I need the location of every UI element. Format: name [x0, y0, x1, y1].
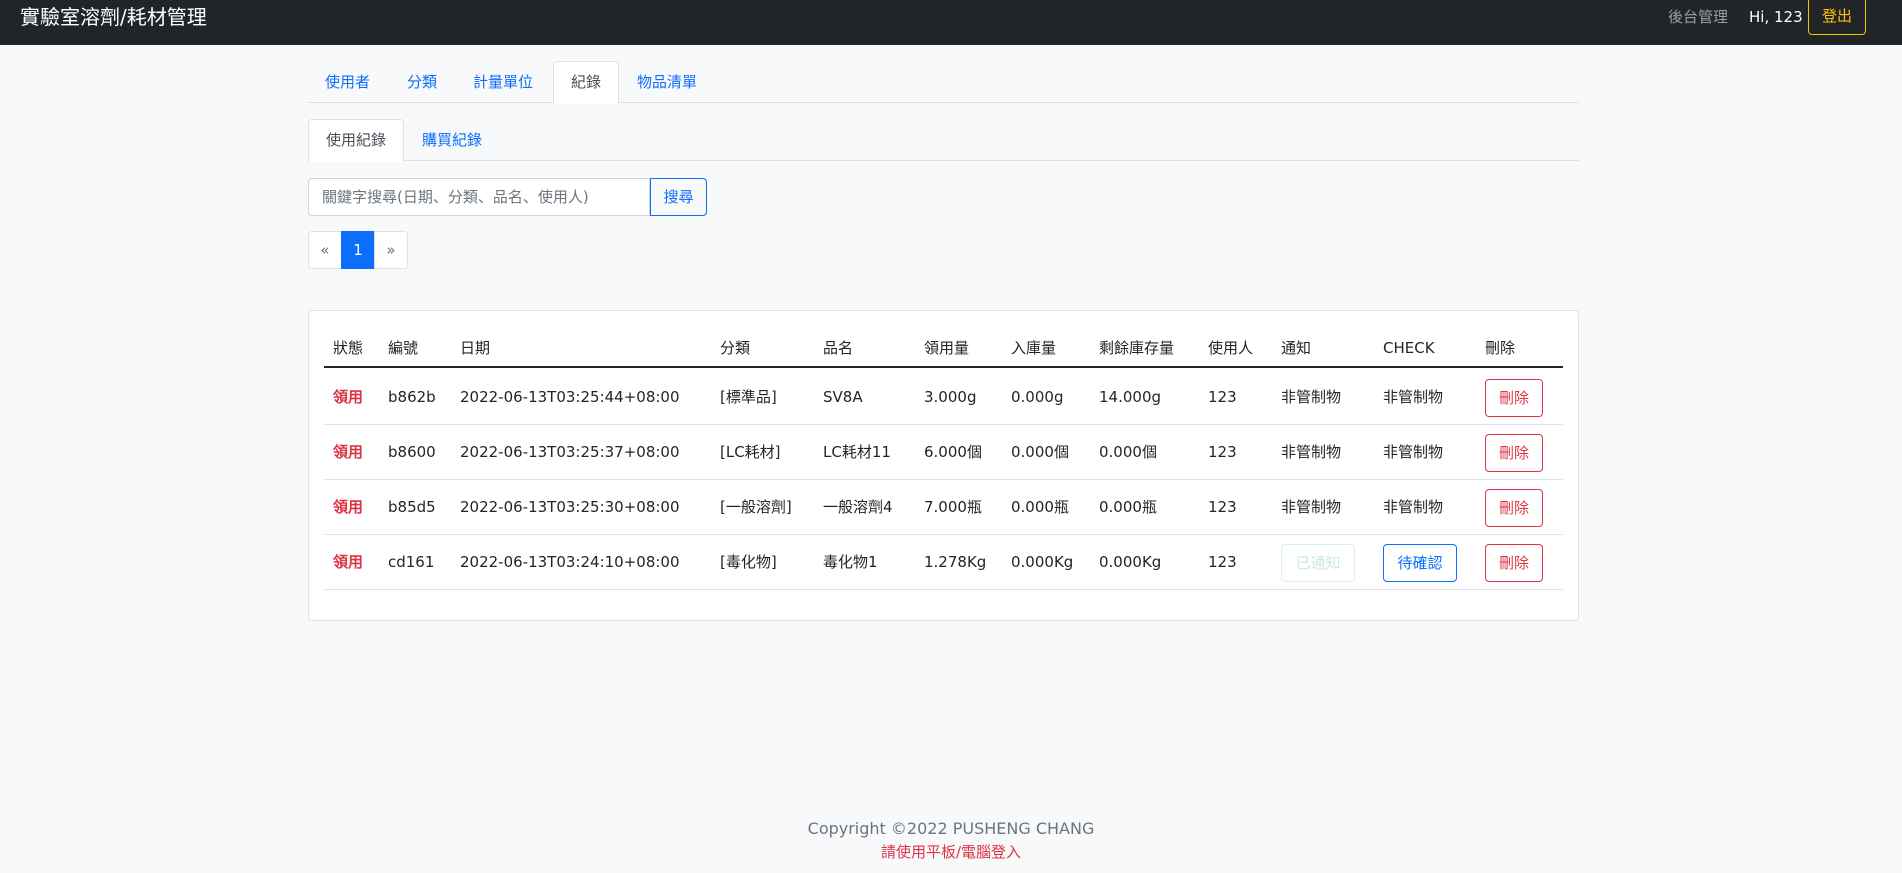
header-name: 品名: [823, 339, 854, 357]
main-tabs: 使用者 分類 計量單位 紀錄 物品清單: [308, 61, 1579, 104]
row-status: 領用: [333, 498, 364, 516]
logout-button[interactable]: 登出: [1808, 0, 1866, 35]
header-delete: 刪除: [1485, 339, 1516, 357]
row-name: 一般溶劑4: [823, 498, 893, 516]
row-used: 6.000個: [924, 443, 982, 461]
row-stocked: 0.000瓶: [1011, 498, 1069, 516]
table-header: 狀態 編號 日期 分類 品名 領用量 入庫量 剩餘庫存量 使用人 通知 CHEC…: [324, 326, 1563, 368]
row-remaining: 14.000g: [1099, 388, 1162, 406]
row-stocked: 0.000g: [1011, 388, 1064, 406]
tab-usage-records[interactable]: 使用紀錄: [308, 119, 405, 162]
row-used: 1.278Kg: [924, 553, 987, 571]
tab-records[interactable]: 紀錄: [553, 61, 620, 104]
row-date: 2022-06-13T03:25:30+08:00: [460, 498, 680, 516]
row-user: 123: [1208, 498, 1237, 516]
header-date: 日期: [460, 339, 491, 357]
tab-item-list[interactable]: 物品清單: [620, 61, 714, 103]
row-name: SV8A: [823, 388, 863, 406]
delete-button[interactable]: 刪除: [1485, 434, 1543, 472]
table-row: 領用 b85d5 2022-06-13T03:25:30+08:00 [一般溶劑…: [324, 480, 1563, 535]
row-used: 7.000瓶: [924, 498, 982, 516]
row-category: [毒化物]: [720, 553, 777, 571]
table-row: 領用 b862b 2022-06-13T03:25:44+08:00 [標準品]…: [324, 370, 1563, 425]
row-remaining: 0.000個: [1099, 443, 1157, 461]
row-user: 123: [1208, 553, 1237, 571]
header-remaining: 剩餘庫存量: [1099, 339, 1175, 357]
row-category: [LC耗材]: [720, 443, 781, 461]
row-id: b85d5: [388, 498, 436, 516]
top-navbar: 實驗室溶劑/耗材管理 後台管理 Hi, 123 登出: [0, 0, 1902, 45]
row-name: LC耗材11: [823, 443, 891, 461]
delete-button[interactable]: 刪除: [1485, 489, 1543, 527]
table-row: 領用 b8600 2022-06-13T03:25:37+08:00 [LC耗材…: [324, 425, 1563, 480]
row-category: [標準品]: [720, 388, 777, 406]
row-id: cd161: [388, 553, 435, 571]
row-id: b862b: [388, 388, 436, 406]
header-status: 狀態: [333, 339, 364, 357]
tab-users[interactable]: 使用者: [308, 61, 387, 103]
header-id: 編號: [388, 339, 419, 357]
row-check: 非管制物: [1383, 388, 1444, 406]
header-check: CHECK: [1383, 339, 1435, 357]
row-remaining: 0.000Kg: [1099, 553, 1162, 571]
footer-device-note: 請使用平板/電腦登入: [880, 843, 1022, 861]
row-remaining: 0.000瓶: [1099, 498, 1157, 516]
tab-purchase-records[interactable]: 購買紀錄: [405, 119, 499, 161]
row-status: 領用: [333, 388, 364, 406]
pending-confirm-button[interactable]: 待確認: [1383, 544, 1457, 582]
row-user: 123: [1208, 388, 1237, 406]
table-row: 領用 cd161 2022-06-13T03:24:10+08:00 [毒化物]…: [324, 535, 1563, 590]
row-category: [一般溶劑]: [720, 498, 792, 516]
row-stocked: 0.000Kg: [1011, 553, 1074, 571]
row-name: 毒化物1: [823, 553, 878, 571]
footer-copyright: Copyright ©2022 PUSHENG CHANG: [807, 819, 1095, 838]
delete-button[interactable]: 刪除: [1485, 379, 1543, 417]
header-stocked: 入庫量: [1011, 339, 1057, 357]
row-id: b8600: [388, 443, 436, 461]
row-check: 非管制物: [1383, 443, 1444, 461]
row-notify: 非管制物: [1281, 388, 1342, 406]
delete-button[interactable]: 刪除: [1485, 544, 1543, 582]
row-date: 2022-06-13T03:25:37+08:00: [460, 443, 680, 461]
row-user: 123: [1208, 443, 1237, 461]
page-next-button[interactable]: »: [374, 231, 408, 269]
row-status: 領用: [333, 443, 364, 461]
tab-units[interactable]: 計量單位: [456, 61, 550, 103]
page-current-button[interactable]: 1: [341, 231, 375, 269]
header-used: 領用量: [924, 339, 970, 357]
search-button[interactable]: 搜尋: [650, 178, 707, 216]
row-status: 領用: [333, 553, 364, 571]
user-greeting: Hi, 123: [1749, 8, 1803, 26]
app-title[interactable]: 實驗室溶劑/耗材管理: [20, 4, 207, 30]
page-prev-button[interactable]: «: [308, 231, 342, 269]
header-user: 使用人: [1208, 339, 1254, 357]
row-used: 3.000g: [924, 388, 977, 406]
notified-button: 已通知: [1281, 544, 1355, 582]
sub-tabs: 使用紀錄 購買紀錄: [308, 119, 1579, 162]
records-card: 狀態 編號 日期 分類 品名 領用量 入庫量 剩餘庫存量 使用人 通知 CHEC…: [308, 310, 1579, 621]
row-notify: 非管制物: [1281, 443, 1342, 461]
row-notify: 非管制物: [1281, 498, 1342, 516]
row-check: 非管制物: [1383, 498, 1444, 516]
header-category: 分類: [720, 339, 751, 357]
admin-link[interactable]: 後台管理: [1668, 6, 1728, 28]
row-date: 2022-06-13T03:24:10+08:00: [460, 553, 680, 571]
header-notify: 通知: [1281, 339, 1312, 357]
search-input[interactable]: [308, 178, 650, 216]
tab-categories[interactable]: 分類: [390, 61, 454, 103]
row-stocked: 0.000個: [1011, 443, 1069, 461]
row-date: 2022-06-13T03:25:44+08:00: [460, 388, 680, 406]
